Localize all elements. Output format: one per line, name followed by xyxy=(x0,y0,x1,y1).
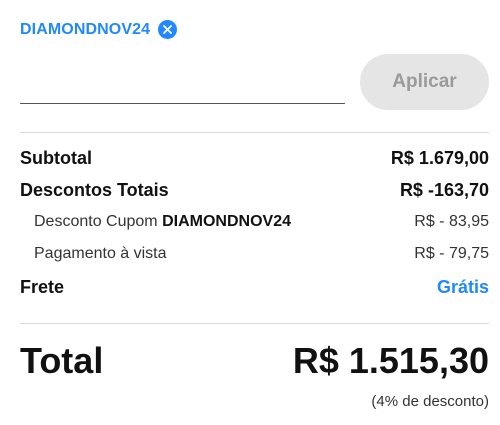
cash-discount-value: R$ - 79,75 xyxy=(414,245,489,262)
coupon-discount-prefix: Desconto Cupom xyxy=(34,213,158,230)
shipping-row: Frete Grátis xyxy=(20,277,489,298)
coupon-code-input[interactable] xyxy=(20,74,345,104)
applied-coupon-code: DIAMONDNOV24 xyxy=(20,20,151,38)
subtotal-label: Subtotal xyxy=(20,148,92,168)
coupon-discount-value: R$ - 83,95 xyxy=(414,213,489,230)
cash-discount-label: Pagamento à vista xyxy=(34,245,167,262)
shipping-label: Frete xyxy=(20,277,65,297)
subtotal-row: Subtotal R$ 1.679,00 xyxy=(20,148,489,169)
close-icon xyxy=(163,25,173,34)
total-value: R$ 1.515,30 xyxy=(292,340,489,381)
coupon-discount-code: DIAMONDNOV24 xyxy=(162,213,291,230)
total-discounts-row: Descontos Totais R$ -163,70 xyxy=(20,180,489,201)
total-discount-note: (4% de desconto) xyxy=(371,393,489,410)
divider xyxy=(20,132,489,133)
total-label: Total xyxy=(20,340,104,381)
applied-coupon: DIAMONDNOV24 xyxy=(20,20,178,39)
shipping-value: Grátis xyxy=(436,277,489,297)
order-summary: DIAMONDNOV24 Aplicar Subtotal R$ 1.679,0… xyxy=(0,0,500,425)
total-discounts-value: R$ -163,70 xyxy=(399,180,489,200)
divider xyxy=(20,323,489,324)
remove-coupon-button[interactable] xyxy=(158,20,178,39)
subtotal-value: R$ 1.679,00 xyxy=(390,148,489,168)
apply-coupon-button[interactable]: Aplicar xyxy=(360,54,489,110)
cash-discount-row: Pagamento à vista R$ - 79,75 xyxy=(20,245,489,263)
total-discounts-label: Descontos Totais xyxy=(20,180,169,200)
total-row: Total R$ 1.515,30 xyxy=(20,340,489,382)
coupon-discount-row: Desconto Cupom DIAMONDNOV24 R$ - 83,95 xyxy=(20,213,489,231)
coupon-discount-label: Desconto Cupom DIAMONDNOV24 xyxy=(20,213,291,231)
